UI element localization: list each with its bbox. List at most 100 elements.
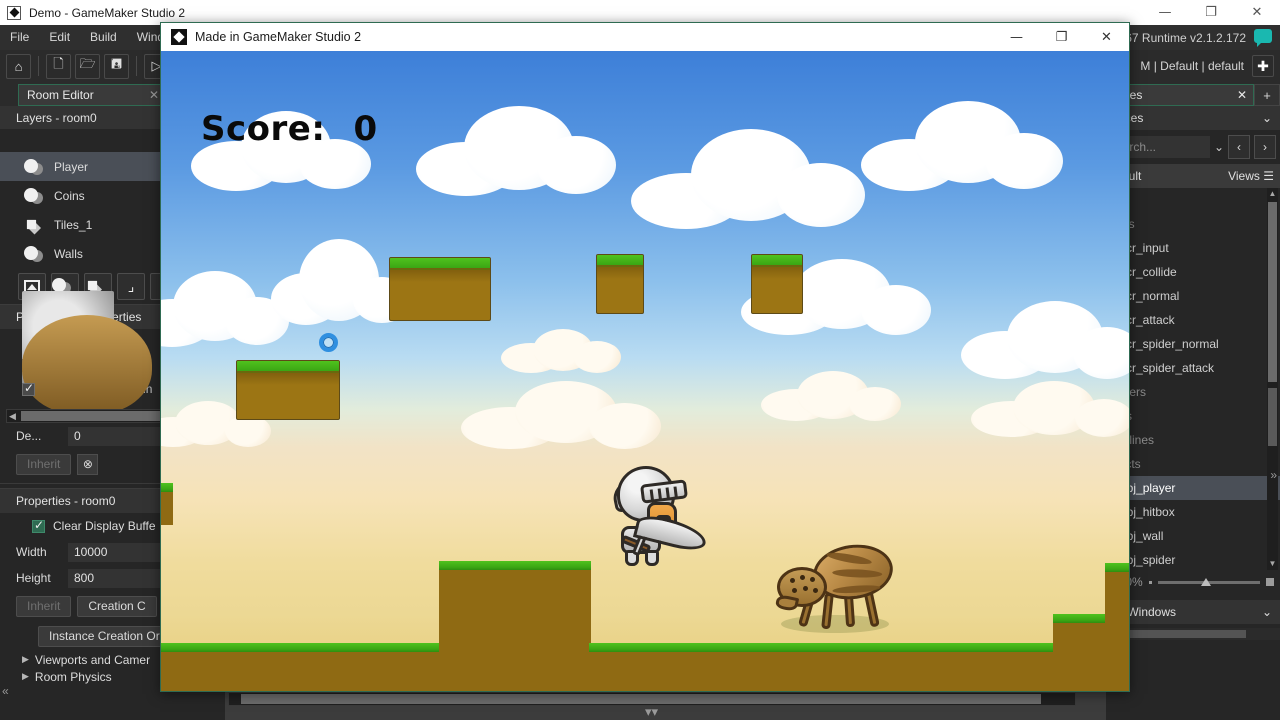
gamemaker-logo-icon [7, 6, 21, 20]
add-tab-button[interactable]: + [1254, 84, 1280, 106]
zoom-slider-knob[interactable] [1201, 578, 1211, 586]
close-icon[interactable]: ✕ [1237, 88, 1247, 102]
game-minimize-button[interactable]: — [994, 23, 1039, 51]
resources-config-row: efault Views ☰ [1106, 164, 1280, 188]
scroll-thumb[interactable] [1126, 630, 1246, 638]
tree-item-scr-spider-attack[interactable]: scr_spider_attack [1106, 356, 1280, 380]
game-window-title: Made in GameMaker Studio 2 [195, 30, 361, 44]
instance-layer-icon [24, 187, 46, 205]
recent-windows-scrollbar[interactable] [1106, 628, 1280, 640]
room-inherit-button[interactable]: Inherit [16, 596, 71, 617]
creation-code-button[interactable]: Creation C [77, 596, 156, 617]
toolbar-divider-2 [136, 56, 137, 76]
tree-item-timelines[interactable]: nelines [1106, 428, 1280, 452]
chat-bubble-icon[interactable] [1254, 29, 1272, 43]
instance-creation-order-button[interactable]: Instance Creation Or [38, 626, 171, 647]
scroll-thumb[interactable] [241, 694, 1041, 704]
tree-item-objects[interactable]: jects [1106, 452, 1280, 476]
scroll-left-icon[interactable]: ◀ [9, 411, 16, 421]
tree-item-scr-collide[interactable]: scr_collide [1106, 260, 1280, 284]
new-file-icon[interactable]: 🗋 [46, 54, 71, 79]
ide-maximize-button[interactable]: ❐ [1188, 0, 1234, 25]
platform-block [236, 360, 340, 420]
close-icon[interactable]: ✕ [149, 88, 159, 102]
scroll-thumb-secondary[interactable] [1268, 388, 1277, 446]
menu-build[interactable]: Build [80, 26, 127, 49]
game-canvas[interactable]: Score: 0 [161, 51, 1129, 691]
viewports-label: Viewports and Camer [35, 653, 150, 667]
target-crosshair-icon[interactable]: ✚ [1252, 55, 1274, 77]
score-value: 0 [353, 109, 377, 149]
chevron-down-icon[interactable]: ⌄ [1262, 111, 1272, 125]
tree-item-obj-hitbox[interactable]: obj_hitbox [1106, 500, 1280, 524]
app-root: Demo - GameMaker Studio 2 — ❐ ✕ File Edi… [0, 0, 1280, 720]
tree-item-paths[interactable]: hs [1106, 188, 1280, 212]
chevron-right-icon: ▶ [22, 654, 29, 665]
scroll-down-icon[interactable]: ▼ [1268, 558, 1277, 570]
tree-item-scr-attack[interactable]: scr_attack [1106, 308, 1280, 332]
terrain-step-2 [1105, 563, 1129, 691]
game-close-button[interactable]: ✕ [1084, 23, 1129, 51]
spider-sprite [769, 537, 899, 637]
cloud [861, 101, 1061, 191]
ide-close-button[interactable]: ✕ [1234, 0, 1280, 25]
chevron-down-icon[interactable]: ⌄ [1262, 605, 1272, 619]
visibility-checkbox[interactable] [22, 383, 35, 396]
scroll-up-icon[interactable]: ▲ [1268, 188, 1277, 200]
add-path-layer-icon[interactable]: ⌟ [117, 273, 145, 300]
inherit-button[interactable]: Inherit [16, 454, 71, 475]
open-folder-icon[interactable]: 🗁 [75, 54, 100, 79]
tree-item-shaders[interactable]: aders [1106, 380, 1280, 404]
cloud [631, 129, 861, 229]
home-icon[interactable]: ⌂ [6, 54, 31, 79]
search-filter-chevron-icon[interactable]: ⌄ [1214, 140, 1224, 154]
chevron-right-icon: ▶ [22, 671, 29, 682]
tree-item-scripts[interactable]: ipts [1106, 212, 1280, 236]
zoom-max-icon [1266, 578, 1274, 586]
layer-label: Player [54, 160, 88, 174]
game-maximize-button[interactable]: ❐ [1039, 23, 1084, 51]
reset-icon[interactable]: ⊗ [77, 454, 98, 475]
collapse-left-panel-icon[interactable]: « [2, 684, 9, 698]
zoom-slider[interactable] [1158, 581, 1260, 584]
tree-item-scr-spider-normal[interactable]: scr_spider_normal [1106, 332, 1280, 356]
room-height-label: Height [16, 571, 68, 585]
tree-item-obj-wall[interactable]: obj_wall [1106, 524, 1280, 548]
game-window-titlebar: Made in GameMaker Studio 2 — ❐ ✕ [161, 23, 1129, 51]
ide-minimize-button[interactable]: — [1142, 0, 1188, 25]
platform-block [389, 257, 491, 321]
tree-item-scr-input[interactable]: scr_input [1106, 236, 1280, 260]
views-menu-button[interactable]: Views ☰ [1228, 169, 1274, 183]
layer-label: Coins [54, 189, 85, 203]
menu-edit[interactable]: Edit [39, 26, 80, 49]
terrain-step-1 [1053, 614, 1109, 691]
clear-display-buffer-checkbox[interactable] [32, 520, 45, 533]
save-icon[interactable]: 🖪 [104, 54, 129, 79]
tab-room-editor[interactable]: Room Editor ✕ [18, 84, 168, 106]
resources-header[interactable]: urces ⌄ [1106, 106, 1280, 130]
scroll-thumb[interactable] [1268, 202, 1277, 382]
tree-item-obj-player[interactable]: obj_player [1106, 476, 1280, 500]
tree-item-label: scr_spider_normal [1120, 337, 1219, 351]
resource-tree-scrollbar[interactable]: ▲ ▼ [1267, 188, 1278, 570]
nav-forward-button[interactable]: › [1254, 135, 1276, 159]
recent-windows-header[interactable]: nt Windows ⌄ [1106, 600, 1280, 624]
layer-label: Walls [54, 247, 83, 261]
room-physics-label: Room Physics [35, 670, 112, 684]
helmet-visor [640, 479, 688, 503]
chevron-double-down-icon[interactable]: ▾▾ [645, 704, 658, 720]
tree-item-scr-normal[interactable]: scr_normal [1106, 284, 1280, 308]
terrain-ground-right [589, 643, 1055, 691]
scroll-thumb[interactable] [21, 411, 181, 421]
menu-file[interactable]: File [0, 26, 39, 49]
cloud [461, 381, 661, 449]
terrain-raised-platform [439, 561, 591, 691]
collapse-right-panel-icon[interactable]: » [1270, 468, 1277, 482]
nav-back-button[interactable]: ‹ [1228, 135, 1250, 159]
platform-block [751, 254, 803, 314]
resources-search-row: earch... ⌄ ‹ › [1106, 130, 1280, 164]
room-width-label: Width [16, 545, 68, 559]
player-sprite [611, 464, 703, 564]
tree-item-fonts[interactable]: nts [1106, 404, 1280, 428]
tree-item-obj-spider[interactable]: obj_spider [1106, 548, 1280, 570]
